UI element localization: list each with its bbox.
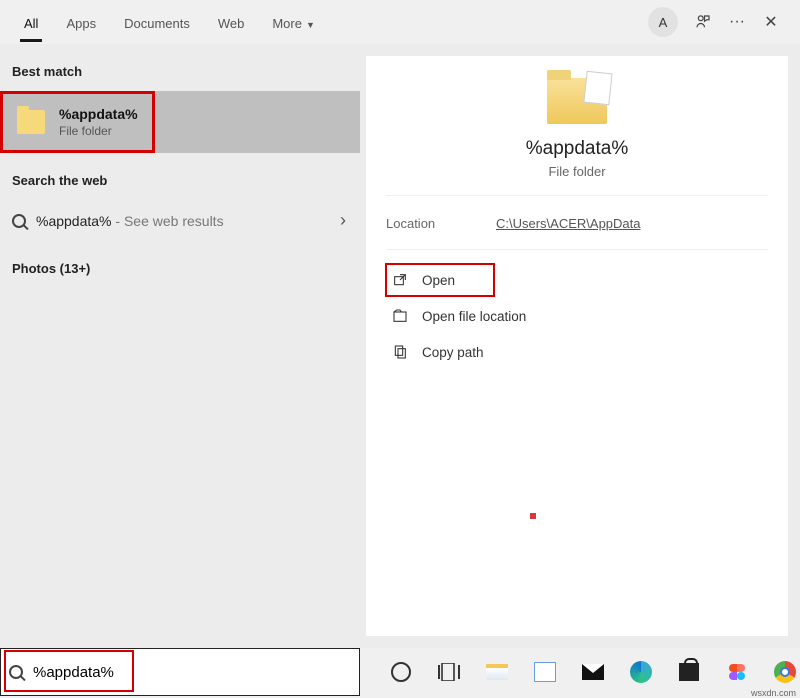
chrome-icon[interactable] (772, 659, 798, 685)
close-icon[interactable]: ✕ (762, 13, 780, 31)
more-options-icon[interactable]: ··· (728, 13, 746, 31)
action-copy-path[interactable]: Copy path (386, 336, 768, 368)
open-location-icon (392, 308, 408, 324)
best-match-heading: Best match (0, 44, 360, 91)
tab-all[interactable]: All (10, 4, 52, 41)
preview-title: %appdata% (526, 138, 628, 160)
results-pane: Best match %appdata% File folder Search … (0, 44, 360, 648)
result-title: %appdata% (59, 106, 138, 122)
chevron-right-icon: › (340, 210, 346, 231)
web-heading: Search the web (0, 153, 360, 200)
tab-more[interactable]: More▼ (258, 4, 329, 41)
header-bar: All Apps Documents Web More▼ A ··· ✕ (0, 0, 800, 44)
filter-tabs: All Apps Documents Web More▼ (10, 4, 329, 41)
tab-web[interactable]: Web (204, 4, 259, 41)
content-area: Best match %appdata% File folder Search … (0, 44, 800, 648)
tab-documents[interactable]: Documents (110, 4, 204, 41)
photos-heading[interactable]: Photos (13+) (0, 241, 360, 288)
preview-subtitle: File folder (548, 164, 605, 179)
action-copy-path-label: Copy path (422, 345, 484, 360)
web-result-row[interactable]: %appdata% - See web results › (0, 200, 360, 241)
figma-icon[interactable] (724, 659, 750, 685)
folder-large-icon (547, 78, 607, 124)
chevron-down-icon: ▼ (306, 20, 315, 30)
action-open[interactable]: Open (386, 264, 494, 296)
avatar[interactable]: A (648, 7, 678, 37)
action-open-location-label: Open file location (422, 309, 526, 324)
edge-icon[interactable] (628, 659, 654, 685)
search-input[interactable] (33, 664, 351, 681)
web-suffix: - See web results (112, 213, 224, 229)
task-view-icon[interactable] (436, 659, 462, 685)
search-bar[interactable] (0, 648, 360, 696)
feedback-icon[interactable] (694, 13, 712, 31)
taskbar-icons (360, 648, 800, 696)
location-path[interactable]: C:\Users\ACER\AppData (496, 216, 641, 231)
mail-icon[interactable] (580, 659, 606, 685)
cortana-icon[interactable] (388, 659, 414, 685)
annotation-dot (530, 513, 536, 519)
actions-list: Open Open file location Copy path (386, 250, 768, 382)
search-icon (12, 214, 26, 228)
copy-icon (392, 344, 408, 360)
tab-apps[interactable]: Apps (52, 4, 110, 41)
action-open-location[interactable]: Open file location (386, 300, 768, 332)
result-subtitle: File folder (59, 124, 138, 138)
web-query: %appdata% (36, 213, 112, 229)
file-explorer-icon[interactable] (484, 659, 510, 685)
location-row: Location C:\Users\ACER\AppData (386, 196, 768, 250)
store-icon[interactable] (676, 659, 702, 685)
location-label: Location (386, 216, 496, 231)
header-icons: A ··· ✕ (648, 7, 790, 37)
watermark: wsxdn.com (751, 688, 796, 698)
best-match-result[interactable]: %appdata% File folder (0, 91, 360, 153)
search-icon (9, 665, 23, 679)
folder-icon (17, 110, 45, 134)
wordpad-icon[interactable] (532, 659, 558, 685)
action-open-label: Open (422, 273, 455, 288)
preview-pane: %appdata% File folder Location C:\Users\… (366, 56, 788, 636)
open-icon (392, 272, 408, 288)
